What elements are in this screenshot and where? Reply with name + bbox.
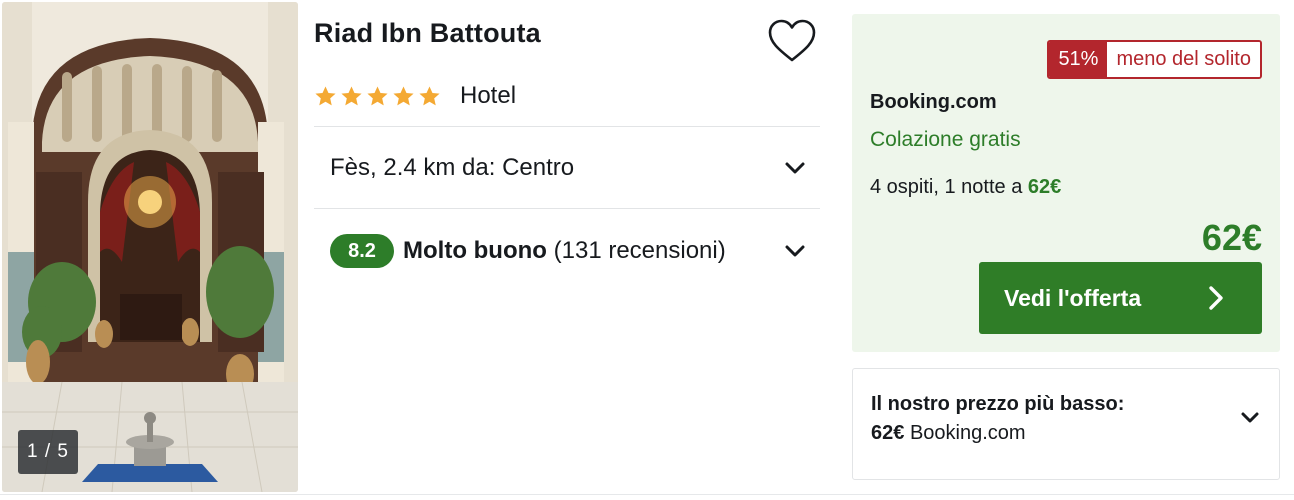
rating-score-badge: 8.2 [330, 234, 394, 268]
riad-courtyard-image [2, 2, 298, 492]
chevron-down-icon [1235, 403, 1265, 433]
hotel-photo[interactable]: 1 / 5 [2, 2, 298, 492]
lowest-price-provider: Booking.com [909, 422, 1026, 444]
photo-counter: 1 / 5 [18, 430, 78, 474]
chevron-right-icon [1200, 283, 1230, 313]
stars-row: Hotel [314, 79, 516, 113]
hotel-name[interactable]: Riad Ibn Battouta [314, 18, 541, 49]
star-icon [393, 85, 414, 105]
star-icon [419, 85, 440, 105]
favorite-button[interactable] [766, 16, 818, 68]
star-icon [341, 85, 362, 105]
occupancy-text: 4 ospiti, 1 notte a [870, 176, 1023, 198]
lowest-price-line: 62€ Booking.com [871, 422, 1026, 445]
discount-text: meno del solito [1107, 42, 1260, 77]
divider [314, 126, 820, 127]
hotel-type: Hotel [460, 82, 517, 109]
free-breakfast-perk: Colazione gratis [870, 128, 1021, 151]
view-offer-label: Vedi l'offerta [1004, 284, 1142, 311]
review-count: (131 recensioni) [553, 237, 726, 264]
bottom-divider [0, 494, 1294, 495]
discount-badge: 51% meno del solito [1047, 40, 1262, 79]
discount-percent: 51% [1049, 42, 1108, 77]
rating-summary: Molto buono (131 recensioni) [394, 237, 780, 265]
star-icon [315, 85, 336, 105]
occupancy-info: 4 ospiti, 1 notte a 62€ [870, 176, 1061, 199]
view-offer-button[interactable]: Vedi l'offerta [979, 262, 1262, 334]
star-rating [314, 85, 441, 108]
hotel-info: Riad Ibn Battouta Hotel Fès, 2.4 km da: … [314, 0, 820, 300]
provider-name: Booking.com [870, 91, 997, 113]
lowest-price-box[interactable]: Il nostro prezzo più basso: 62€ Booking.… [852, 368, 1280, 480]
lowest-price-title: Il nostro prezzo più basso: [871, 393, 1125, 415]
deal-price: 62€ [1201, 217, 1262, 258]
location-text: Fès, 2.4 km da: Centro [330, 154, 575, 181]
heart-outline-icon [768, 19, 816, 62]
rating-label: Molto buono [403, 237, 547, 264]
chevron-down-icon [780, 236, 810, 266]
lowest-price-value: 62€ [871, 422, 905, 444]
rating-row[interactable]: 8.2 Molto buono (131 recensioni) [314, 211, 820, 291]
divider [314, 208, 820, 209]
location-row[interactable]: Fès, 2.4 km da: Centro [314, 128, 820, 208]
deal-box[interactable]: 51% meno del solito Booking.com Colazion… [852, 14, 1280, 352]
chevron-down-icon [780, 153, 810, 183]
occupancy-price: 62€ [1027, 176, 1062, 198]
star-icon [367, 85, 388, 105]
